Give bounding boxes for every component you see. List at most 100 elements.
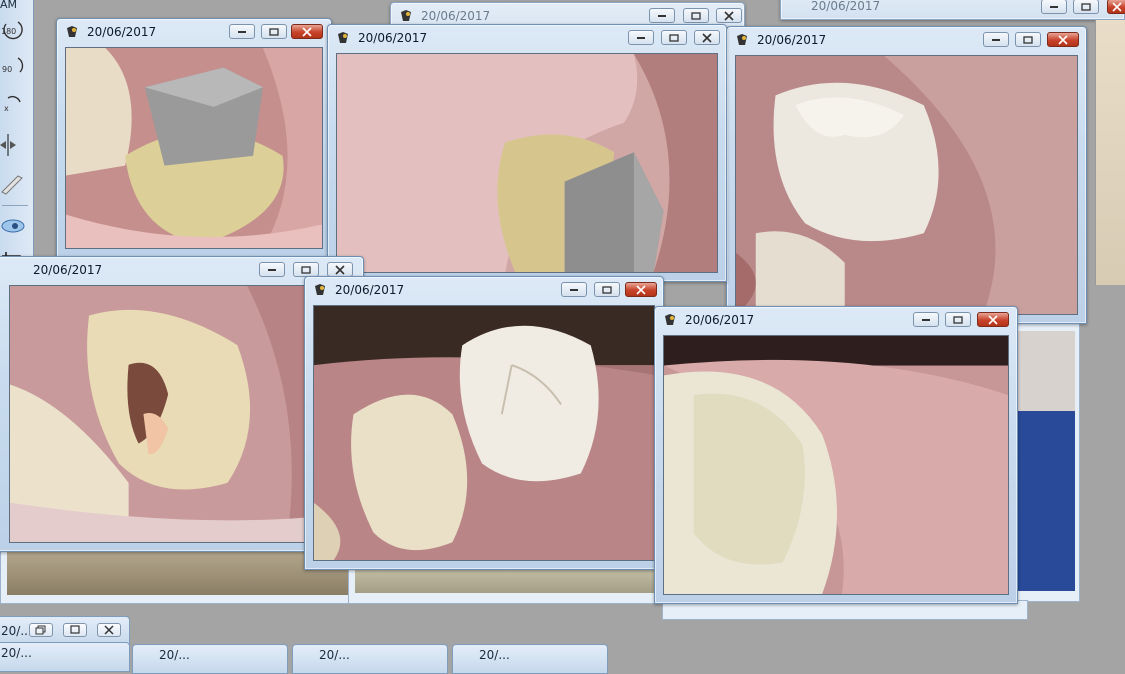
dental-photo: [336, 53, 718, 273]
maximize-button[interactable]: [661, 30, 687, 45]
maximize-button[interactable]: [293, 262, 319, 277]
minimize-button[interactable]: [229, 24, 255, 39]
back-window-right-photo: [1095, 20, 1125, 285]
close-icon: [702, 32, 712, 43]
close-icon: [335, 264, 345, 275]
photo-window-cap-abutment[interactable]: 20/06/2017: [56, 18, 332, 258]
titlebar[interactable]: 20/06/2017: [305, 277, 663, 303]
close-button[interactable]: [97, 623, 121, 637]
titlebar[interactable]: 20/06/2017: [655, 307, 1017, 333]
rotate-180-tool[interactable]: 180: [0, 16, 26, 42]
minimized-window-title: 20/...: [159, 648, 190, 662]
app-icon: [737, 34, 747, 45]
maximize-icon: [269, 27, 279, 36]
mirror-tool[interactable]: [0, 132, 26, 158]
close-icon: [1058, 34, 1068, 45]
minimized-window-3[interactable]: 20/...: [132, 644, 288, 674]
rotate-90-icon: 90: [2, 57, 24, 74]
window-title: 20/06/2017: [358, 31, 428, 45]
close-button[interactable]: [291, 24, 323, 39]
minimized-window-title: 20/...: [319, 648, 350, 662]
minimize-button[interactable]: [628, 30, 654, 45]
close-button[interactable]: [1107, 0, 1125, 14]
minimized-window-5[interactable]: 20/...: [452, 644, 608, 674]
photo-window-crown-molar[interactable]: 20/06/2017: [726, 26, 1087, 324]
close-icon: [988, 314, 998, 325]
close-button[interactable]: [327, 262, 353, 277]
app-icon: [315, 284, 325, 295]
restore-button[interactable]: [29, 623, 53, 637]
window-title: 20/06/2017: [33, 263, 103, 277]
close-button[interactable]: [1047, 32, 1079, 47]
minimize-icon: [1050, 5, 1058, 8]
close-button[interactable]: [716, 8, 742, 23]
titlebar[interactable]: 20/06/2017: [781, 0, 1125, 17]
dental-photo: [735, 55, 1078, 315]
minimized-window-title: 20/...: [1, 646, 32, 660]
window-title: 20/06/2017: [421, 9, 491, 23]
maximize-icon: [1081, 2, 1091, 11]
restore-icon: [35, 625, 46, 635]
panel-title-fragment: AM: [0, 0, 18, 11]
titlebar[interactable]: 20/06/2017: [727, 27, 1086, 53]
minimized-window-title: 20/...: [1, 624, 32, 638]
window-title: 20/06/2017: [757, 33, 827, 47]
maximize-button[interactable]: [63, 623, 87, 637]
maximize-button[interactable]: [594, 282, 620, 297]
svg-text:180: 180: [1, 27, 16, 36]
maximize-icon: [691, 11, 701, 20]
maximize-button[interactable]: [1015, 32, 1041, 47]
maximize-icon: [602, 285, 612, 294]
maximize-icon: [669, 33, 679, 42]
minimize-button[interactable]: [259, 262, 285, 277]
svg-text:90: 90: [2, 65, 12, 74]
close-icon: [1112, 1, 1122, 12]
rotate-90-tool[interactable]: 90: [0, 54, 26, 80]
svg-text:x: x: [4, 104, 9, 113]
minimize-button[interactable]: [983, 32, 1009, 47]
glove-photo: [1015, 331, 1075, 591]
photo-window-abutment-side[interactable]: 20/06/2017: [327, 24, 727, 282]
titlebar[interactable]: 20/06/2017: [57, 19, 331, 45]
dental-photo: [313, 305, 655, 561]
close-icon: [104, 625, 114, 635]
view-tool[interactable]: [0, 212, 26, 238]
maximize-button[interactable]: [261, 24, 287, 39]
minimized-window-4[interactable]: 20/...: [292, 644, 448, 674]
minimize-button[interactable]: [561, 282, 587, 297]
minimize-button[interactable]: [649, 8, 675, 23]
app-icon: [401, 10, 411, 21]
back-window-top-right[interactable]: 20/06/2017: [780, 0, 1125, 20]
close-icon: [724, 10, 734, 21]
pen-tool[interactable]: [0, 170, 26, 196]
minimize-icon: [238, 30, 246, 33]
minimize-icon: [992, 38, 1000, 41]
photo-window-crown-closeup[interactable]: 20/06/2017: [654, 306, 1018, 604]
pen-icon: [1, 175, 23, 195]
maximize-button[interactable]: [1073, 0, 1099, 14]
maximize-icon: [301, 265, 311, 274]
app-icon: [665, 314, 675, 325]
rotate-custom-tool[interactable]: x: [0, 92, 26, 118]
dental-photo: [65, 47, 323, 249]
minimize-button[interactable]: [913, 312, 939, 327]
tool-divider: [2, 205, 28, 206]
app-icon: [67, 26, 77, 37]
maximize-button[interactable]: [683, 8, 709, 23]
titlebar[interactable]: 20/06/2017: [328, 25, 726, 51]
close-button[interactable]: [625, 282, 657, 297]
maximize-button[interactable]: [945, 312, 971, 327]
minimize-button[interactable]: [1041, 0, 1067, 14]
close-icon: [636, 284, 646, 295]
minimized-window-title: 20/...: [479, 648, 510, 662]
close-button[interactable]: [694, 30, 720, 45]
maximize-icon: [70, 625, 80, 634]
rotate-180-icon: 180: [1, 21, 23, 40]
window-title: 20/06/2017: [811, 0, 881, 13]
maximize-icon: [953, 315, 963, 324]
close-button[interactable]: [977, 312, 1009, 327]
minimized-window-2[interactable]: 20/...: [0, 642, 130, 672]
rotate-custom-icon: x: [4, 95, 21, 113]
photo-window-two-crowns[interactable]: 20/06/2017: [304, 276, 664, 570]
minimize-icon: [637, 36, 645, 39]
